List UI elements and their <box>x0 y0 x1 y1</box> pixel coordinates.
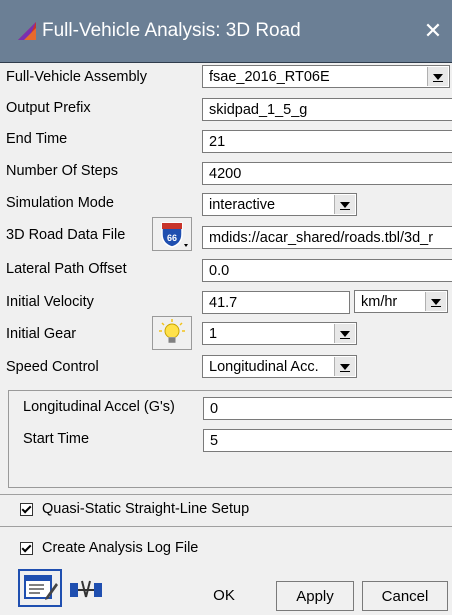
cancel-button[interactable]: Cancel <box>362 581 448 611</box>
end-time-label: End Time <box>6 131 68 147</box>
initial-gear-select[interactable]: 1 <box>202 322 357 345</box>
num-steps-label: Number Of Steps <box>6 163 119 179</box>
interstate-66-sign-icon: 66 <box>161 222 188 248</box>
velocity-unit-select[interactable]: km/hr <box>354 290 448 313</box>
vehicle-view-button[interactable] <box>66 571 106 605</box>
road-file-browse-button[interactable]: 66 <box>152 217 192 251</box>
end-time-input[interactable]: 21 <box>202 130 452 153</box>
dialog-edit-icon <box>24 575 58 600</box>
sim-mode-value: interactive <box>209 197 276 213</box>
divider <box>0 494 452 495</box>
sim-mode-select[interactable]: interactive <box>202 193 357 216</box>
speed-control-select[interactable]: Longitudinal Acc. <box>202 355 357 378</box>
divider <box>0 526 452 527</box>
chevron-down-icon[interactable] <box>334 324 355 343</box>
chevron-down-icon[interactable] <box>425 292 446 311</box>
num-steps-input[interactable]: 4200 <box>202 162 452 185</box>
initial-gear-label: Initial Gear <box>6 326 77 342</box>
speed-control-panel: Longitudinal Accel (G's) 0 Start Time 5 <box>8 390 452 488</box>
gear-info-button[interactable] <box>152 316 192 350</box>
output-prefix-input[interactable]: skidpad_1_5_g <box>202 98 452 121</box>
lateral-offset-input[interactable]: 0.0 <box>202 259 452 282</box>
lightbulb-icon <box>159 319 185 343</box>
svg-text:66: 66 <box>167 233 177 243</box>
lateral-offset-label: Lateral Path Offset <box>6 261 127 277</box>
title-bar[interactable]: Full-Vehicle Analysis: 3D Road ✕ <box>0 0 452 63</box>
chevron-down-icon[interactable] <box>427 67 448 86</box>
ok-button[interactable]: OK <box>184 581 264 611</box>
road-file-input[interactable]: mdids://acar_shared/roads.tbl/3d_r <box>202 226 452 249</box>
apply-button[interactable]: Apply <box>276 581 354 611</box>
quasi-static-checkbox[interactable] <box>20 503 33 516</box>
window-title: Full-Vehicle Analysis: 3D Road <box>42 20 301 41</box>
close-button[interactable]: ✕ <box>418 18 448 44</box>
suspension-icon <box>70 580 102 598</box>
output-prefix-label: Output Prefix <box>6 100 91 116</box>
velocity-unit-value: km/hr <box>361 294 398 310</box>
adams-car-app-icon <box>18 22 36 40</box>
initial-velocity-input[interactable]: 41.7 <box>202 291 350 314</box>
sim-mode-label: Simulation Mode <box>6 195 114 211</box>
speed-control-label: Speed Control <box>6 359 99 375</box>
analysis-log-checkbox[interactable] <box>20 542 33 555</box>
assembly-label: Full-Vehicle Assembly <box>6 69 148 85</box>
quasi-static-label: Quasi-Static Straight-Line Setup <box>42 501 250 517</box>
start-time-input[interactable]: 5 <box>203 429 452 452</box>
road-file-label: 3D Road Data File <box>6 227 126 243</box>
long-accel-label: Longitudinal Accel (G's) <box>23 399 175 415</box>
speed-control-value: Longitudinal Acc. <box>209 359 319 375</box>
analysis-log-label: Create Analysis Log File <box>42 540 199 556</box>
edit-dialog-button[interactable] <box>18 569 62 607</box>
chevron-down-icon[interactable] <box>334 357 355 376</box>
chevron-down-icon[interactable] <box>334 195 355 214</box>
assembly-value: fsae_2016_RT06E <box>209 69 330 85</box>
long-accel-input[interactable]: 0 <box>203 397 452 420</box>
initial-gear-value: 1 <box>209 326 218 342</box>
initial-velocity-label: Initial Velocity <box>6 294 94 310</box>
start-time-label: Start Time <box>23 431 90 447</box>
assembly-select[interactable]: fsae_2016_RT06E <box>202 65 450 88</box>
